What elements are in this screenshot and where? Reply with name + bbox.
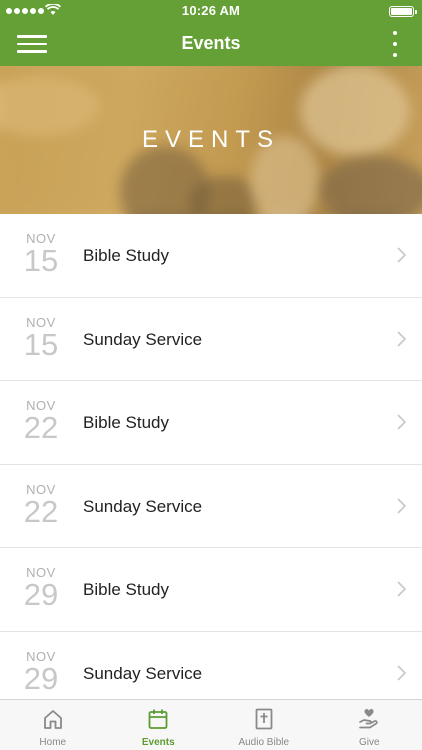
hero-title: EVENTS [141, 126, 281, 153]
event-day: 22 [23, 410, 59, 445]
event-date: NOV 15 [14, 232, 68, 278]
event-day: 22 [23, 493, 59, 529]
event-row[interactable]: NOV 15 Bible Study [0, 214, 422, 298]
tab-label: Home [39, 737, 67, 748]
event-date: NOV 29 [14, 649, 68, 696]
event-list: NOV 15 Bible Study NOV 15 Sunday Service… [0, 214, 422, 715]
event-day: 29 [23, 660, 59, 696]
chevron-right-icon [397, 581, 406, 597]
tab-label: Audio Bible [238, 737, 290, 748]
status-bar: 10:26 AM [0, 0, 422, 22]
home-icon [43, 710, 62, 729]
tab-label: Give [358, 737, 380, 748]
event-row[interactable]: NOV 15 Sunday Service [0, 297, 422, 381]
event-title: Bible Study [83, 580, 169, 599]
event-date: NOV 29 [14, 566, 68, 612]
calendar-icon [148, 709, 168, 729]
battery-icon [389, 6, 417, 17]
chevron-right-icon [397, 247, 406, 263]
more-options-icon[interactable] [390, 31, 400, 57]
event-date: NOV 22 [14, 399, 68, 445]
event-row[interactable]: NOV 22 Bible Study [0, 381, 422, 465]
tab-give[interactable]: Give [317, 700, 422, 750]
status-time: 10:26 AM [181, 3, 241, 18]
event-title: Bible Study [83, 246, 169, 265]
event-title: Sunday Service [83, 329, 203, 349]
bible-icon [255, 708, 273, 730]
event-date: NOV 22 [14, 482, 68, 529]
event-row[interactable]: NOV 22 Sunday Service [0, 464, 422, 548]
event-day: 15 [23, 326, 59, 362]
event-date: NOV 15 [14, 315, 68, 362]
tab-events[interactable]: Events [106, 700, 212, 750]
tab-home[interactable]: Home [0, 700, 106, 750]
chevron-right-icon [397, 330, 406, 347]
tab-audio-bible[interactable]: Audio Bible [211, 700, 317, 750]
tab-label: Events [141, 737, 175, 748]
events-hero-banner: EVENTS [0, 66, 422, 214]
event-day: 15 [23, 243, 59, 278]
chevron-right-icon [397, 497, 406, 514]
tab-bar: Home Events Audio Bible Give [0, 699, 422, 750]
event-title: Sunday Service [83, 496, 203, 516]
event-day: 29 [23, 577, 59, 612]
event-title: Sunday Service [83, 663, 203, 683]
page-title: Events [181, 33, 241, 53]
nav-bar: Events [0, 22, 422, 66]
give-icon [359, 709, 378, 729]
chevron-right-icon [397, 664, 406, 681]
event-title: Bible Study [83, 413, 169, 432]
event-row[interactable]: NOV 29 Bible Study [0, 548, 422, 632]
chevron-right-icon [397, 414, 406, 430]
